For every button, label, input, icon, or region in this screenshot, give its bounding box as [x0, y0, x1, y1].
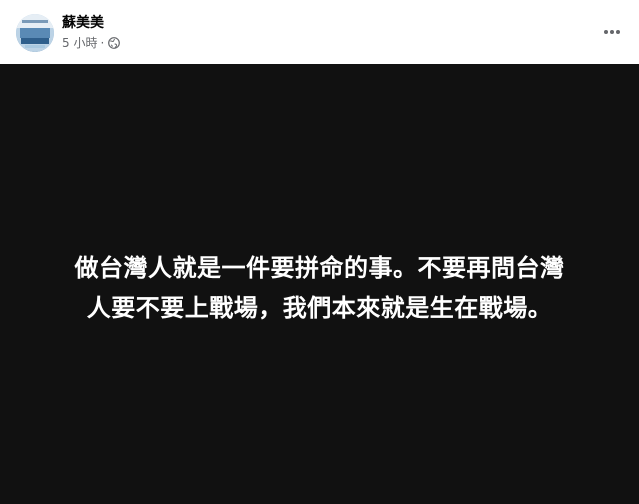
avatar[interactable] [16, 14, 54, 52]
post-text: 做台灣人就是一件要拼命的事。不要再問台灣 人要不要上戰場，我們本來就是生在戰場。 [30, 248, 610, 328]
post-text-line-2: 人要不要上戰場，我們本來就是生在戰場。 [86, 294, 553, 322]
more-options-button[interactable] [599, 19, 625, 45]
post-text-line-1: 做台灣人就是一件要拼命的事。不要再問台灣 [74, 254, 565, 282]
author-name[interactable]: 蘇美美 [62, 14, 104, 32]
facebook-post: 蘇美美 5 小時 · 做台灣人就是一件要拼命的事。不要再問台灣 人要不要上戰場，… [0, 0, 639, 504]
post-timestamp[interactable]: 5 小時 [62, 35, 97, 51]
post-text-background: 做台灣人就是一件要拼命的事。不要再問台灣 人要不要上戰場，我們本來就是生在戰場。 [0, 64, 639, 504]
post-meta: 5 小時 · [62, 35, 121, 51]
globe-icon[interactable] [108, 37, 121, 49]
avatar-image [16, 14, 54, 52]
post-header: 蘇美美 5 小時 · [0, 0, 639, 64]
meta-separator: · [100, 36, 105, 50]
more-horizontal-icon [604, 30, 620, 34]
